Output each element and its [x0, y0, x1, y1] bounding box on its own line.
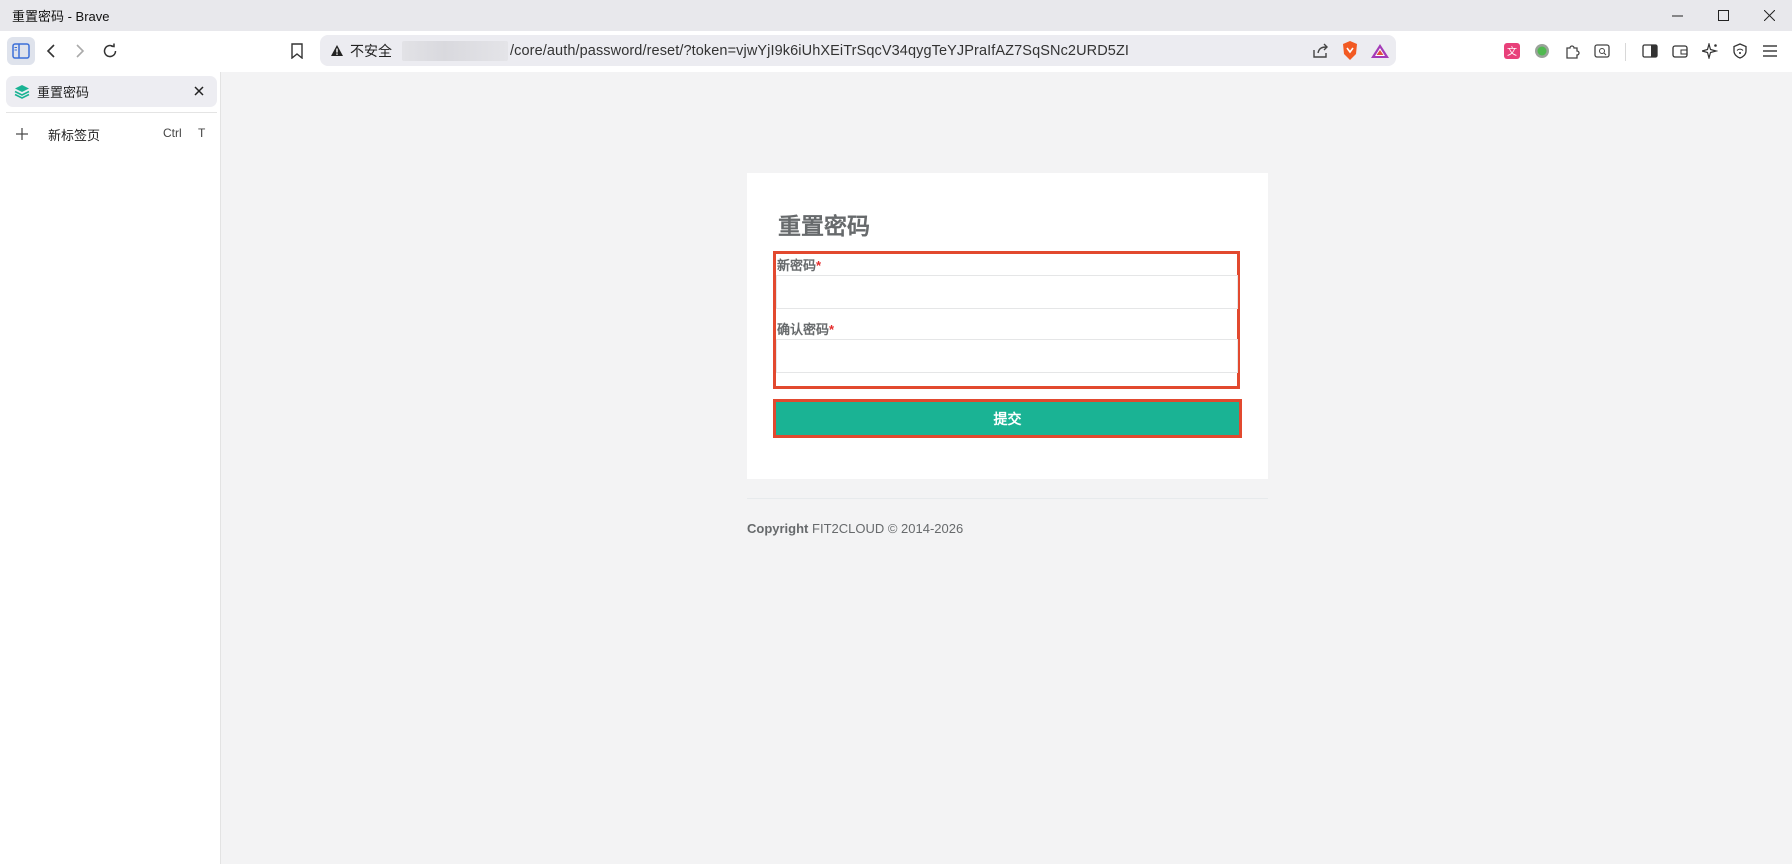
reload-icon: [103, 43, 117, 58]
new-tab-label: 新标签页: [48, 127, 101, 143]
copyright-footer: Copyright FIT2CLOUD © 2014-2026: [747, 521, 963, 536]
new-tab-button[interactable]: 新标签页 Ctrl T: [6, 120, 217, 148]
plus-glyph: [16, 127, 28, 140]
chevron-left-icon: [46, 44, 55, 58]
submit-button[interactable]: 提交: [776, 402, 1239, 435]
wallet-icon: [1672, 45, 1688, 58]
security-label: 不安全: [350, 42, 392, 59]
sidebar-divider: [6, 112, 217, 113]
plus-icon: [14, 124, 30, 145]
forward-button[interactable]: [66, 37, 94, 65]
browser-toolbar: 不安全 /core/auth/password/reset/?token=vjw…: [0, 31, 1792, 72]
confirm-password-input[interactable]: [776, 339, 1238, 373]
share-icon[interactable]: [1312, 43, 1330, 59]
minimize-button[interactable]: [1654, 0, 1700, 31]
sidebar-toggle-button[interactable]: [7, 37, 35, 65]
translate-extension-button[interactable]: 文: [1498, 37, 1526, 65]
bookmark-button[interactable]: [283, 37, 311, 65]
shield-wifi-icon: [1733, 43, 1747, 59]
url-text[interactable]: /core/auth/password/reset/?token=vjwYjI9…: [510, 43, 1129, 59]
screenshot-search-button[interactable]: [1588, 37, 1616, 65]
address-bar-actions: [1312, 35, 1390, 66]
redacted-host: [402, 40, 508, 61]
new-password-label-text: 新密码: [777, 258, 817, 273]
extensions-button[interactable]: [1558, 37, 1586, 65]
back-button[interactable]: [37, 37, 65, 65]
vpn-button[interactable]: [1726, 37, 1754, 65]
tab-close-button[interactable]: [191, 83, 207, 99]
copyright-prefix: Copyright: [747, 521, 809, 536]
close-icon: [1763, 10, 1775, 21]
bookmark-icon: [291, 43, 303, 59]
new-password-label: 新密码*: [777, 255, 821, 274]
reset-password-card: 重置密码 新密码* 确认密码* 提交: [747, 173, 1268, 479]
reload-button[interactable]: [96, 37, 124, 65]
footer-divider: [747, 498, 1268, 499]
new-password-input[interactable]: [776, 275, 1238, 309]
shortcut-key: T: [198, 126, 206, 140]
hamburger-menu-icon: [1763, 45, 1777, 57]
green-dot-icon: [1535, 44, 1549, 58]
wallet-button[interactable]: [1666, 37, 1694, 65]
sidebar-panel-icon: [12, 43, 30, 59]
main-menu-button[interactable]: [1756, 37, 1784, 65]
side-panel-icon: [1642, 44, 1658, 58]
maximize-button[interactable]: [1700, 0, 1746, 31]
required-mark: *: [816, 258, 822, 273]
window-controls: [1654, 0, 1792, 31]
security-indicator[interactable]: 不安全: [330, 41, 392, 61]
minimize-icon: [1671, 15, 1683, 17]
toolbar-divider: [1625, 43, 1626, 61]
address-bar[interactable]: 不安全 /core/auth/password/reset/?token=vjw…: [320, 35, 1396, 66]
window-titlebar: 重置密码 - Brave: [0, 0, 1792, 31]
window-title: 重置密码 - Brave: [12, 9, 110, 24]
confirm-password-label-text: 确认密码: [777, 322, 830, 337]
svg-text:文: 文: [1507, 45, 1517, 58]
maximize-icon: [1717, 10, 1729, 21]
side-panel-button[interactable]: [1636, 37, 1664, 65]
search-box-icon: [1594, 44, 1610, 58]
translate-icon: 文: [1504, 43, 1520, 59]
close-window-button[interactable]: [1746, 0, 1792, 31]
shortcut-ctrl: Ctrl: [163, 126, 182, 140]
brave-rewards-icon[interactable]: [1370, 42, 1390, 60]
close-icon: [194, 86, 204, 96]
required-mark: *: [829, 322, 835, 337]
site-favicon-icon: [14, 84, 30, 99]
tab-title: 重置密码: [37, 85, 90, 100]
chevron-right-icon: [76, 44, 85, 58]
page-title: 重置密码: [778, 213, 870, 239]
puzzle-icon: [1566, 45, 1580, 59]
warning-icon: [331, 45, 343, 56]
password-form-fields: 新密码* 确认密码*: [773, 251, 1240, 389]
copyright-text: FIT2CLOUD © 2014-2026: [812, 521, 964, 536]
submit-highlight: 提交: [773, 399, 1242, 438]
tab-reset-password[interactable]: 重置密码: [6, 76, 217, 107]
status-extension-button[interactable]: [1528, 37, 1556, 65]
brave-shields-icon[interactable]: [1340, 40, 1360, 62]
leo-ai-button[interactable]: [1696, 37, 1724, 65]
sparkle-icon: [1702, 43, 1718, 59]
confirm-password-label: 确认密码*: [777, 319, 834, 338]
page-content: 重置密码 新密码* 确认密码* 提交 Copyright FIT2CLOUD ©…: [221, 72, 1792, 864]
vertical-tabs-sidebar: 重置密码 新标签页 Ctrl T: [0, 72, 221, 864]
